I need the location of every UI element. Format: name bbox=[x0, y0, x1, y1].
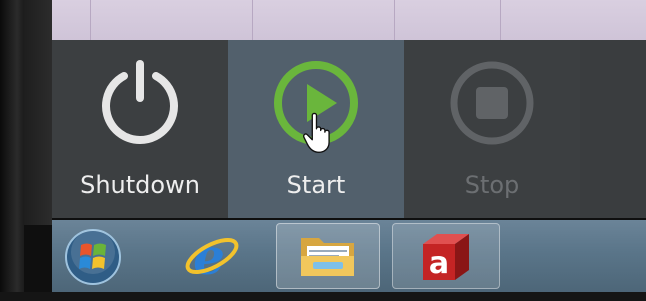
svg-text:e: e bbox=[193, 229, 225, 283]
screen: Shutdown Start Stop e a bbox=[0, 0, 646, 301]
red-cube-a-icon: a bbox=[423, 234, 469, 281]
power-icon bbox=[102, 60, 178, 144]
start-button[interactable]: Start bbox=[228, 40, 404, 218]
monitor-bezel-bottom bbox=[0, 292, 646, 301]
windows-explorer-button[interactable] bbox=[276, 223, 380, 289]
stop-button[interactable]: Stop bbox=[404, 40, 580, 218]
internet-explorer-button[interactable]: e bbox=[182, 227, 242, 286]
application-button[interactable]: a bbox=[392, 223, 500, 289]
shutdown-button[interactable]: Shutdown bbox=[52, 40, 228, 218]
start-label: Start bbox=[286, 171, 346, 199]
window-edge bbox=[24, 0, 52, 225]
taskbar: e a bbox=[52, 220, 646, 292]
stop-icon bbox=[450, 61, 534, 145]
folder-icon bbox=[301, 238, 354, 276]
stop-label: Stop bbox=[464, 171, 520, 199]
monitor-bezel bbox=[0, 0, 24, 301]
windows-logo-icon bbox=[65, 229, 121, 285]
shutdown-label: Shutdown bbox=[80, 171, 200, 199]
svg-text:a: a bbox=[429, 246, 449, 281]
internet-explorer-icon: e bbox=[185, 227, 239, 286]
hand-pointer-icon bbox=[303, 112, 330, 153]
action-panel: Shutdown Start Stop bbox=[52, 40, 646, 218]
windows-start-orb[interactable] bbox=[64, 228, 122, 286]
title-strip bbox=[52, 0, 646, 40]
